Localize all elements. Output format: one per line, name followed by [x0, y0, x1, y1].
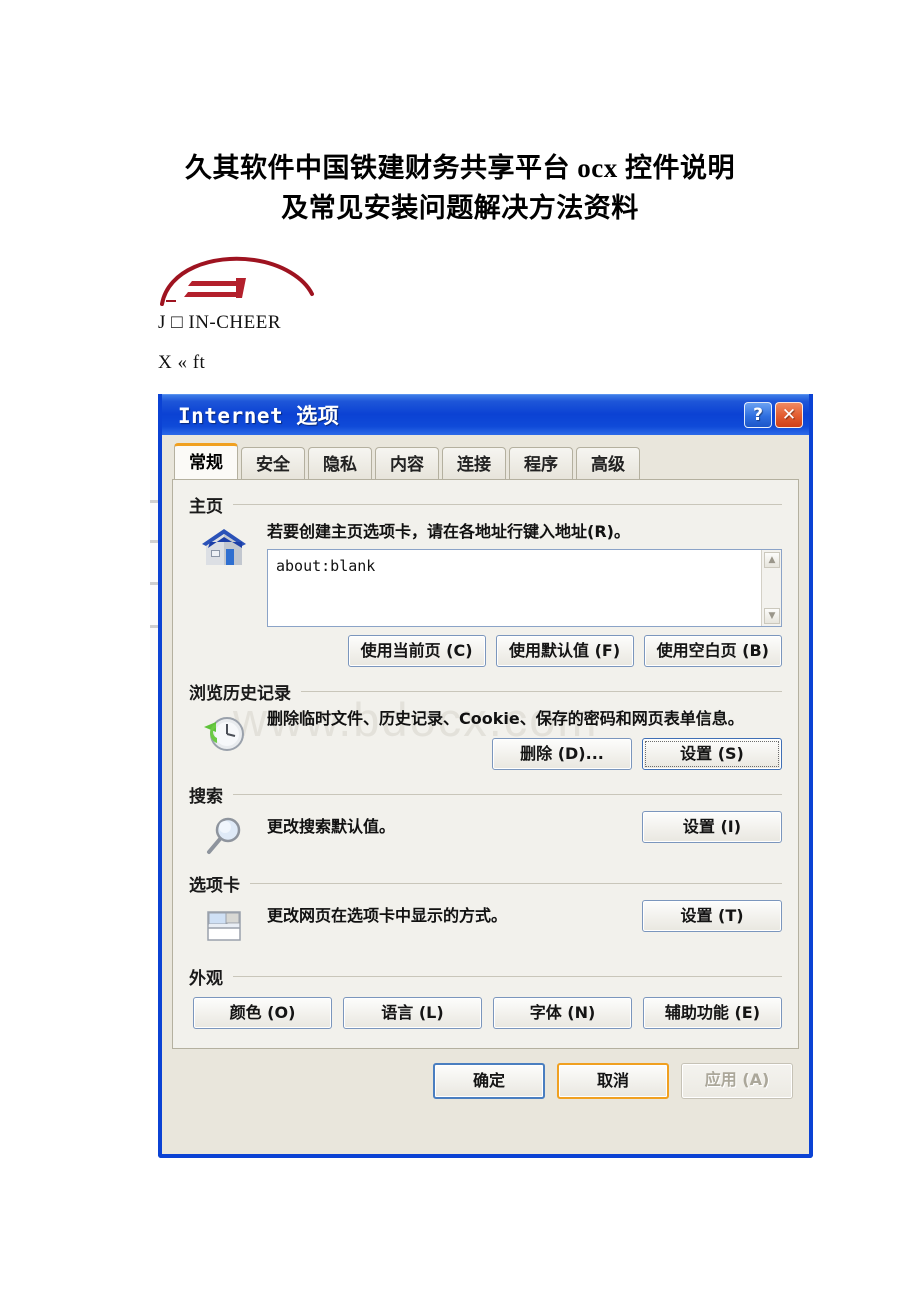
history-settings-button[interactable]: 设置 (S) [642, 738, 782, 770]
dialog-action-bar: 确定 取消 应用 (A) [162, 1049, 809, 1099]
dialog-title: Internet 选项 [178, 404, 340, 428]
divider [233, 504, 782, 505]
tabs-icon [207, 911, 241, 941]
history-clock-icon [204, 717, 244, 751]
use-current-page-button[interactable]: 使用当前页 (C) [347, 635, 486, 667]
fonts-button[interactable]: 字体 (N) [493, 997, 632, 1029]
section-search-label: 搜索 [189, 787, 223, 807]
homepage-url-input[interactable]: about:blank ▲ ▼ [267, 549, 782, 627]
internet-options-dialog: Internet 选项 ? ✕ 常规 安全 隐私 内容 连接 程序 高级 www… [158, 394, 813, 1158]
home-icon [202, 529, 246, 565]
tab-content[interactable]: 内容 [375, 447, 439, 481]
page-title-line2: 及常见安装问题解决方法资料 [281, 193, 639, 223]
tab-connections[interactable]: 连接 [442, 447, 506, 481]
tabs-settings-button[interactable]: 设置 (T) [642, 900, 782, 932]
search-content: 更改搜索默认值。 设置 (I) [267, 811, 782, 859]
tabs-row: 更改网页在选项卡中显示的方式。 设置 (T) [267, 900, 782, 932]
search-icon [207, 817, 241, 854]
divider [250, 883, 782, 884]
tab-privacy[interactable]: 隐私 [308, 447, 372, 481]
section-homepage-body: 若要创建主页选项卡，请在各地址行键入地址(R)。 about:blank ▲ ▼… [189, 521, 782, 667]
jincheer-logo [158, 248, 318, 308]
section-appearance-header: 外观 [189, 964, 782, 989]
section-history-label: 浏览历史记录 [189, 684, 291, 704]
section-homepage: 主页 若要创建主页选项卡，请在各地址行键入地址(R)。 about:blank … [189, 492, 782, 667]
tab-general[interactable]: 常规 [174, 443, 238, 479]
search-settings-button[interactable]: 设置 (I) [642, 811, 782, 843]
logo-wordmark: J □ IN-CHEER [158, 312, 282, 333]
homepage-buttons: 使用当前页 (C) 使用默认值 (F) 使用空白页 (B) [267, 635, 782, 667]
titlebar-buttons: ? ✕ [744, 402, 803, 428]
colors-button[interactable]: 颜色 (O) [193, 997, 332, 1029]
use-default-page-button[interactable]: 使用默认值 (F) [495, 635, 634, 667]
general-tab-panel: www.bdocx.com 主页 若要创建主页选项卡，请在各地址行键入地址(R)… [172, 479, 799, 1049]
tabs-icon-container [193, 900, 255, 948]
tab-advanced[interactable]: 高级 [576, 447, 640, 481]
home-icon-container [193, 521, 255, 667]
history-icon-container [193, 708, 255, 770]
use-blank-page-button[interactable]: 使用空白页 (B) [643, 635, 782, 667]
section-tabs-label: 选项卡 [189, 876, 240, 896]
cancel-button[interactable]: 取消 [557, 1063, 669, 1099]
appearance-buttons: 颜色 (O) 语言 (L) 字体 (N) 辅助功能 (E) [189, 997, 782, 1029]
tab-bar: 常规 安全 隐私 内容 连接 程序 高级 [162, 435, 809, 481]
url-scrollbar[interactable]: ▲ ▼ [761, 550, 781, 626]
tab-security[interactable]: 安全 [241, 447, 305, 481]
section-homepage-label: 主页 [189, 497, 223, 517]
help-icon[interactable]: ? [744, 402, 772, 428]
section-homepage-header: 主页 [189, 492, 782, 517]
section-search: 搜索 更改搜索默认值。 设置 (I) [189, 782, 782, 859]
section-search-header: 搜索 [189, 782, 782, 807]
section-appearance: 外观 颜色 (O) 语言 (L) 字体 (N) 辅助功能 (E) [189, 964, 782, 1029]
section-history-header: 浏览历史记录 [189, 679, 782, 704]
divider [233, 794, 782, 795]
languages-button[interactable]: 语言 (L) [343, 997, 482, 1029]
homepage-content: 若要创建主页选项卡，请在各地址行键入地址(R)。 about:blank ▲ ▼… [267, 521, 782, 667]
history-buttons: 删除 (D)... 设置 (S) [267, 738, 782, 770]
homepage-url-value[interactable]: about:blank [268, 550, 761, 626]
section-appearance-label: 外观 [189, 969, 223, 989]
section-tabs: 选项卡 更改网页在选项卡中显示的方式。 设置 (T) [189, 871, 782, 948]
section-tabs-header: 选项卡 [189, 871, 782, 896]
section-search-body: 更改搜索默认值。 设置 (I) [189, 811, 782, 859]
scroll-down-icon[interactable]: ▼ [764, 608, 780, 624]
delete-history-button[interactable]: 删除 (D)... [492, 738, 632, 770]
divider [301, 691, 782, 692]
ok-button[interactable]: 确定 [433, 1063, 545, 1099]
scroll-up-icon[interactable]: ▲ [764, 552, 780, 568]
section-history-body: 删除临时文件、历史记录、Cookie、保存的密码和网页表单信息。 删除 (D).… [189, 708, 782, 770]
search-description: 更改搜索默认值。 [267, 817, 396, 836]
divider [233, 976, 782, 977]
section-browsing-history: 浏览历史记录 删除临时文件、历史记录、Cookie、保存的密码和网页表单信息。 [189, 679, 782, 770]
apply-button: 应用 (A) [681, 1063, 793, 1099]
history-content: 删除临时文件、历史记录、Cookie、保存的密码和网页表单信息。 删除 (D).… [267, 708, 782, 770]
dialog-titlebar: Internet 选项 ? ✕ [162, 394, 809, 435]
homepage-description: 若要创建主页选项卡，请在各地址行键入地址(R)。 [267, 522, 630, 541]
page-title: 久其软件中国铁建财务共享平台 ocx 控件说明 及常见安装问题解决方法资料 [110, 148, 810, 228]
search-row: 更改搜索默认值。 设置 (I) [267, 811, 782, 843]
accessibility-button[interactable]: 辅助功能 (E) [643, 997, 782, 1029]
logo-subtext: X « ft [158, 352, 206, 373]
tabs-content: 更改网页在选项卡中显示的方式。 设置 (T) [267, 900, 782, 948]
section-tabs-body: 更改网页在选项卡中显示的方式。 设置 (T) [189, 900, 782, 948]
tab-programs[interactable]: 程序 [509, 447, 573, 481]
history-description: 删除临时文件、历史记录、Cookie、保存的密码和网页表单信息。 [267, 709, 744, 728]
page-title-line1: 久其软件中国铁建财务共享平台 ocx 控件说明 [185, 153, 735, 183]
close-icon[interactable]: ✕ [775, 402, 803, 428]
tabs-description: 更改网页在选项卡中显示的方式。 [267, 906, 508, 925]
search-icon-container [193, 811, 255, 859]
